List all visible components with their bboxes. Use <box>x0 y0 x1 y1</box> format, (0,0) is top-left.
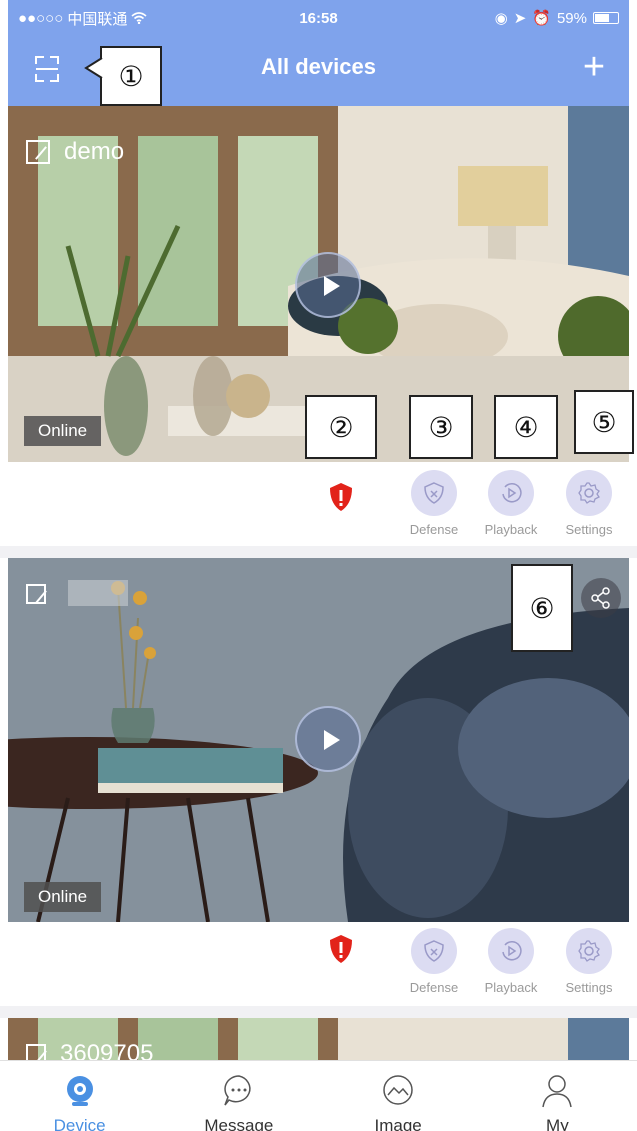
playback-label: Playback <box>484 522 538 537</box>
device-name[interactable] <box>26 584 60 604</box>
status-right: ◉ ➤ ⏰ 59% <box>495 9 619 27</box>
lock-rotation-icon: ◉ <box>494 10 508 27</box>
tab-device[interactable]: Device <box>20 1073 140 1131</box>
person-icon <box>542 1075 573 1108</box>
shield-x-icon <box>411 928 457 974</box>
status-bar: ●●○○○ 中国联通 16:58 ◉ ➤ ⏰ 59% <box>8 0 629 36</box>
play-button[interactable] <box>295 252 361 318</box>
battery-percent: 59% <box>556 9 587 27</box>
settings-button[interactable]: Settings <box>554 928 624 995</box>
camera-icon <box>66 1076 93 1106</box>
tab-message[interactable]: Message <box>179 1073 299 1131</box>
playback-label: Playback <box>484 980 538 995</box>
tab-bar: Device Message Image My <box>0 1060 637 1131</box>
callout-4: ④ <box>494 395 558 459</box>
status-left: ●●○○○ 中国联通 <box>18 8 147 29</box>
settings-button[interactable]: Settings <box>554 470 624 537</box>
defense-button[interactable]: Defense <box>399 928 469 995</box>
location-icon: ➤ <box>513 10 527 27</box>
playback-button[interactable]: Playback <box>476 470 546 537</box>
defense-label: Defense <box>409 522 459 537</box>
alarm-shield-icon[interactable] <box>328 934 354 964</box>
device-action-row: Defense Playback Settings <box>8 462 629 548</box>
callout-1-pointer <box>84 57 103 79</box>
gear-icon <box>566 470 612 516</box>
playback-button[interactable]: Playback <box>476 928 546 995</box>
defense-label: Defense <box>409 980 459 995</box>
defense-button[interactable]: Defense <box>399 470 469 537</box>
callout-6: ⑥ <box>511 564 573 652</box>
share-icon <box>591 587 610 609</box>
carrier-label: 中国联通 <box>67 10 128 28</box>
shield-x-icon <box>411 470 457 516</box>
callout-2: ② <box>305 395 377 459</box>
edit-icon[interactable] <box>26 140 50 164</box>
tab-my[interactable]: My <box>497 1073 617 1131</box>
callout-5: ⑤ <box>574 390 634 454</box>
edit-icon[interactable] <box>26 584 46 604</box>
chat-bubble-icon <box>224 1075 251 1106</box>
alarm-shield-icon[interactable] <box>328 482 354 512</box>
status-badge: Online <box>24 416 102 446</box>
image-icon <box>383 1075 413 1105</box>
device-card: demo Online Defense Playback Settings <box>8 106 629 548</box>
device-action-row: Defense Playback Settings <box>8 922 629 1008</box>
tab-label: Image <box>374 1116 422 1131</box>
alarm-clock-icon: ⏰ <box>532 10 551 27</box>
battery-icon <box>593 12 619 24</box>
play-button[interactable] <box>295 706 361 772</box>
settings-label: Settings <box>565 980 613 995</box>
add-device-button[interactable]: + <box>579 48 609 86</box>
share-button[interactable] <box>581 578 621 618</box>
tab-image[interactable]: Image <box>338 1073 458 1131</box>
card-divider <box>0 546 637 558</box>
card-divider <box>0 1006 637 1018</box>
wifi-icon <box>131 12 147 24</box>
tab-label: My <box>546 1116 569 1131</box>
tab-label: Device <box>53 1116 106 1131</box>
callout-1: ① <box>100 46 162 106</box>
replay-icon <box>488 470 534 516</box>
gear-icon <box>566 928 612 974</box>
device-name-label: demo <box>64 138 125 165</box>
signal-icon: ●●○○○ <box>18 9 64 27</box>
tab-label: Message <box>204 1116 274 1131</box>
replay-icon <box>488 928 534 974</box>
device-name[interactable]: demo <box>26 138 124 166</box>
status-badge: Online <box>24 882 102 912</box>
settings-label: Settings <box>565 522 613 537</box>
callout-3: ③ <box>409 395 473 459</box>
